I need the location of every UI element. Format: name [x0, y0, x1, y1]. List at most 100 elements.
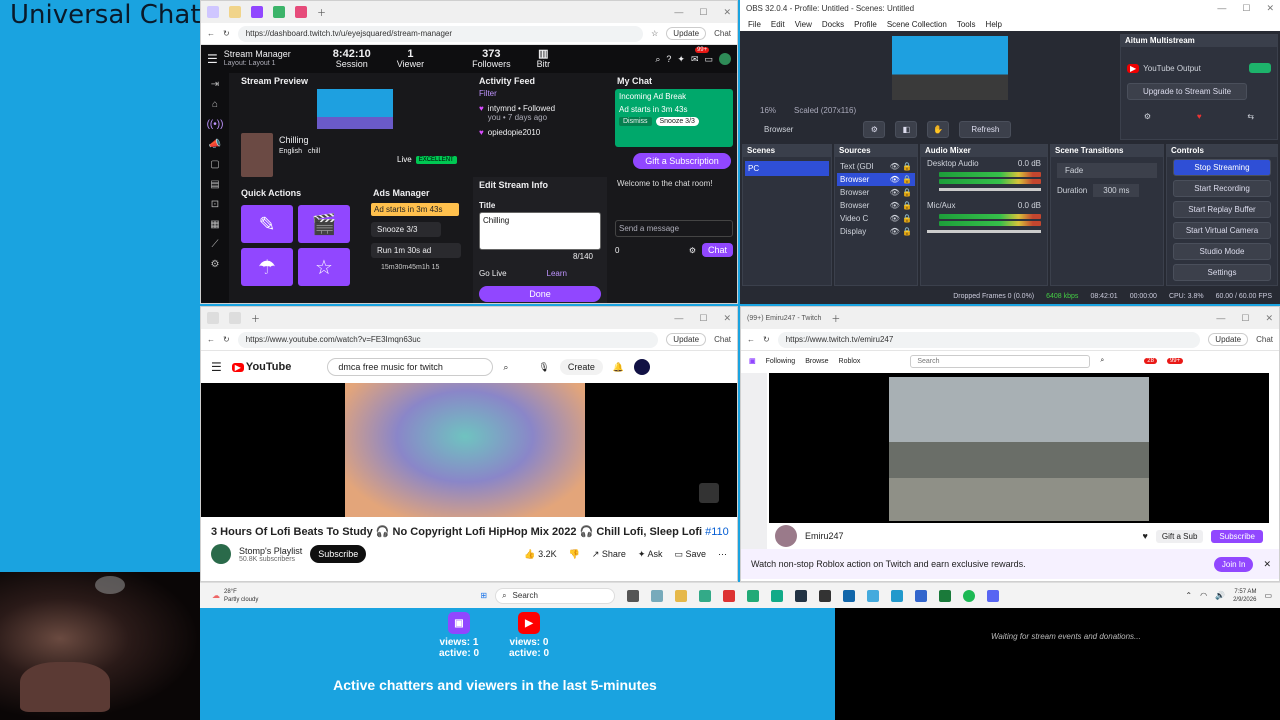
volume-slider[interactable] [927, 230, 1041, 233]
search-icon[interactable]: ⌕ [655, 54, 660, 65]
obs-icon[interactable] [819, 589, 832, 602]
more-icon[interactable]: ⋯ [718, 549, 727, 560]
duration-input[interactable]: 300 ms [1093, 184, 1140, 197]
control-button[interactable]: Stop Streaming [1173, 159, 1271, 176]
source-item[interactable]: Browser 👁 🔒 [837, 173, 915, 186]
minimize-icon[interactable]: — [674, 7, 683, 18]
search-input[interactable]: Search [910, 354, 1091, 368]
minimize-icon[interactable]: — [1217, 3, 1226, 14]
task-view-icon[interactable] [627, 589, 640, 602]
tab-icon[interactable] [207, 312, 219, 324]
dislike-icon[interactable]: 👎 [569, 549, 580, 560]
maximize-icon[interactable]: ☐ [1242, 3, 1250, 14]
tag[interactable]: English [279, 148, 302, 155]
discord-icon[interactable] [987, 589, 1000, 602]
menu-icon[interactable]: ☰ [207, 52, 218, 66]
home-icon[interactable]: ⌂ [212, 99, 218, 110]
obs-preview[interactable] [892, 36, 1008, 100]
ads-snooze-button[interactable]: Snooze 3/3 [371, 222, 441, 237]
chat-button[interactable]: Chat [714, 335, 731, 344]
channel-points[interactable]: 0 [615, 246, 619, 255]
source-item[interactable]: Display 👁 🔒 [837, 225, 915, 238]
volume-icon[interactable]: 🔊 [1215, 591, 1225, 600]
ask-button[interactable]: ✦ Ask [638, 549, 663, 560]
new-tab-icon[interactable]: ＋ [251, 312, 260, 325]
chat-send-button[interactable]: Chat [701, 243, 733, 257]
steam-icon[interactable] [795, 589, 808, 602]
wand-icon[interactable]: ⟋ [212, 239, 219, 250]
share-button[interactable]: ↗ Share [592, 549, 626, 560]
app-icon[interactable] [747, 589, 760, 602]
twitch-tab[interactable]: (99+) Emiru247 - Twitch [747, 315, 821, 322]
dismiss-button[interactable]: Dismiss [619, 117, 652, 126]
output-toggle[interactable] [1249, 63, 1271, 73]
scene-item[interactable]: PC [745, 161, 829, 176]
maximize-icon[interactable]: ☐ [1241, 313, 1249, 324]
control-button[interactable]: Start Replay Buffer [1173, 201, 1271, 218]
chat-icon[interactable]: ▢ [210, 159, 219, 170]
crop-icon[interactable]: ⊡ [211, 199, 219, 210]
title-input[interactable]: Chilling [479, 212, 601, 250]
chat-snooze-button[interactable]: Snooze 3/3 [655, 117, 699, 126]
edge-icon[interactable] [771, 589, 784, 602]
activity-item-name[interactable]: intymnd • Followed [488, 104, 555, 113]
spotify-icon[interactable] [963, 589, 976, 602]
close-icon[interactable]: ✕ [1263, 559, 1271, 570]
chrome-icon[interactable] [723, 589, 736, 602]
gift-sub-button[interactable]: Gift a Sub [1155, 529, 1204, 543]
filters-icon[interactable]: ◧ [895, 120, 918, 138]
wifi-icon[interactable]: ◠ [1200, 591, 1207, 600]
youtube-logo[interactable]: YouTube [246, 361, 291, 373]
obs-menu-item[interactable]: Edit [771, 20, 785, 29]
visibility-lock-icon[interactable]: 👁 🔒 [890, 201, 912, 210]
nav-roblox[interactable]: Roblox [839, 358, 861, 365]
refresh-button[interactable]: Refresh [959, 120, 1012, 138]
search-icon[interactable]: ⌕ [503, 362, 508, 373]
settings-icon[interactable]: ⚙ [211, 259, 220, 270]
minimize-icon[interactable]: — [1216, 313, 1225, 324]
control-button[interactable]: Studio Mode [1173, 243, 1271, 260]
chevron-up-icon[interactable]: ⌃ [1185, 591, 1192, 600]
learn-link[interactable]: Learn [547, 269, 567, 278]
address-bar[interactable]: https://www.youtube.com/watch?v=FE3Imqn6… [237, 331, 659, 348]
source-item[interactable]: Video C 👁 🔒 [837, 212, 915, 225]
weather-temp[interactable]: 28°F [224, 588, 258, 596]
explorer-icon[interactable] [675, 589, 688, 602]
run-ad-button[interactable]: Run 1m 30s ad [371, 243, 461, 258]
app-icon[interactable] [891, 589, 904, 602]
twitch-tab-icon[interactable] [251, 6, 263, 18]
visibility-lock-icon[interactable]: 👁 🔒 [890, 188, 912, 197]
new-tab-icon[interactable]: ＋ [831, 312, 840, 325]
search-input[interactable]: dmca free music for twitch [327, 358, 494, 376]
collapse-icon[interactable]: ⇥ [211, 79, 219, 90]
tab-icon[interactable] [295, 6, 307, 18]
activity-item-name[interactable]: opiedopie2010 [488, 128, 541, 137]
app-icon[interactable] [867, 589, 880, 602]
source-item[interactable]: Text (GDI 👁 🔒 [837, 160, 915, 173]
visibility-lock-icon[interactable]: 👁 🔒 [890, 162, 912, 171]
help-icon[interactable]: ? [666, 54, 671, 64]
channel-name[interactable]: Stomp's Playlist [239, 546, 302, 556]
volume-slider[interactable] [939, 188, 1041, 191]
search-icon[interactable]: ⌕ [1100, 357, 1104, 365]
close-icon[interactable]: ✕ [723, 7, 731, 18]
edge-icon[interactable] [699, 589, 712, 602]
back-icon[interactable]: ← [747, 335, 755, 344]
preview-thumbnail[interactable] [317, 89, 393, 129]
control-button[interactable]: Settings [1173, 264, 1271, 281]
upgrade-button[interactable]: Upgrade to Stream Suite [1127, 83, 1247, 100]
streamer-name[interactable]: Emiru247 [805, 531, 844, 541]
excel-icon[interactable] [939, 589, 952, 602]
maximize-icon[interactable]: ☐ [699, 7, 707, 18]
gear-icon[interactable]: ⚙ [1144, 112, 1151, 121]
tab-icon[interactable] [229, 312, 241, 324]
create-button[interactable]: Create [559, 359, 603, 375]
bell-icon[interactable]: 🔔 [613, 362, 624, 373]
messages-icon[interactable]: ▭ [704, 54, 713, 65]
avatar[interactable] [634, 359, 651, 375]
nav-browse[interactable]: Browse [805, 358, 828, 365]
notif-badge[interactable]: 99+ [1166, 358, 1184, 364]
chat-button[interactable]: Chat [1256, 335, 1273, 344]
notification-icon[interactable]: ▭ [1264, 591, 1272, 600]
shoutout-tile[interactable]: ☆ [298, 248, 350, 286]
